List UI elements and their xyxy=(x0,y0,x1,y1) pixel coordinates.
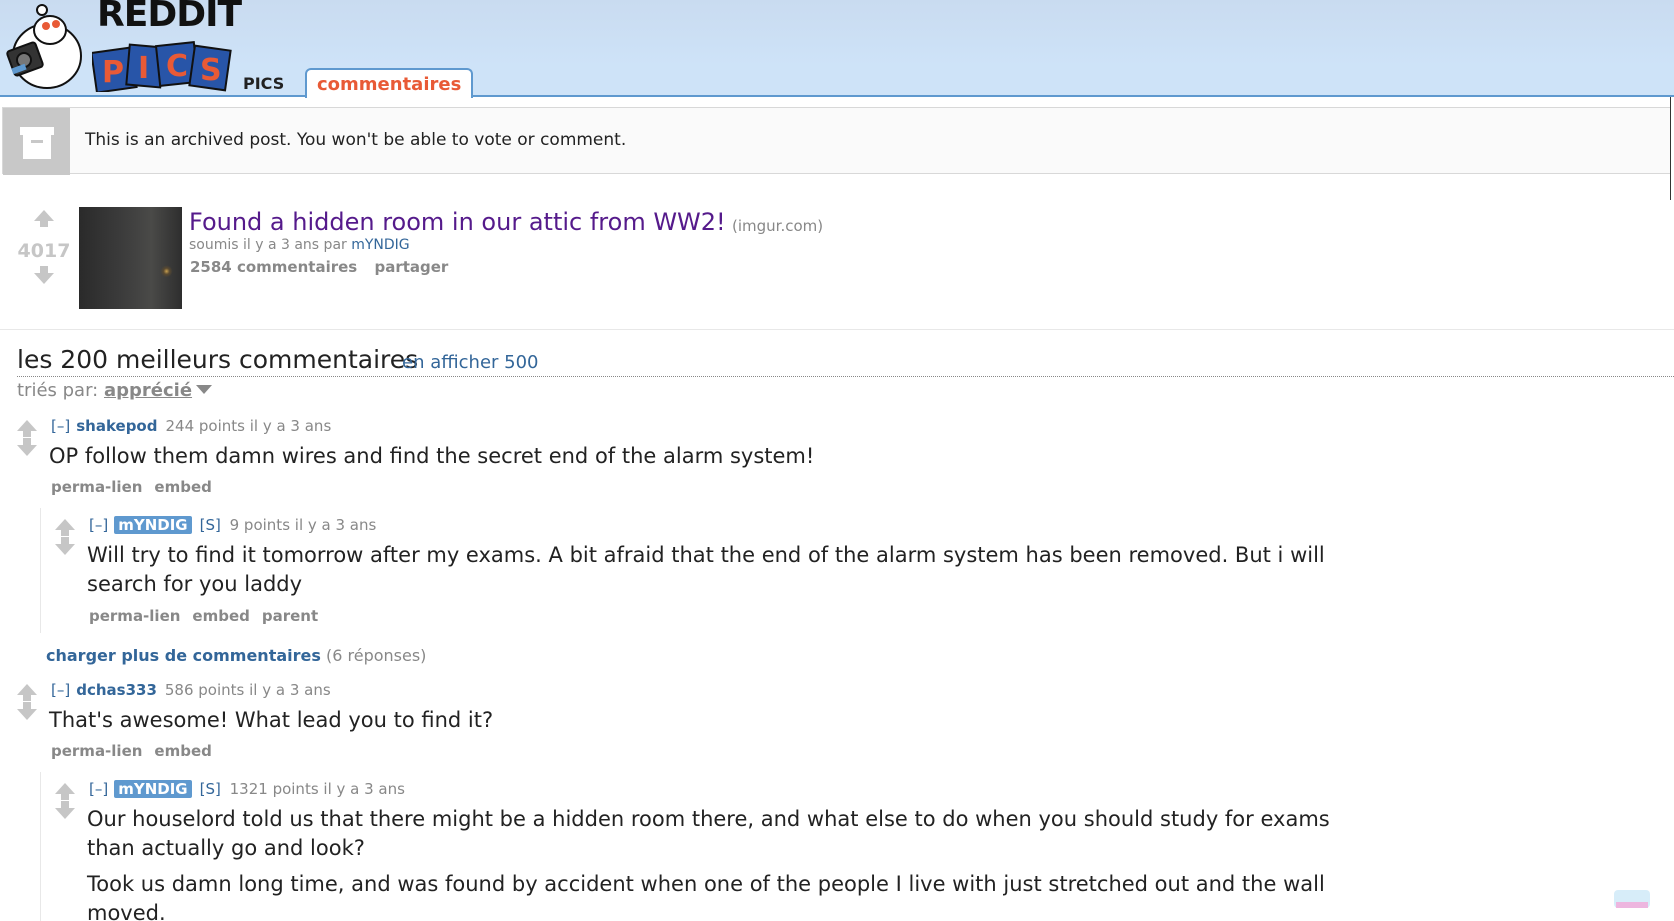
svg-text:I: I xyxy=(138,51,149,86)
thread-line xyxy=(40,508,41,633)
downvote-arrow-icon[interactable] xyxy=(55,537,75,555)
embed-link[interactable]: embed xyxy=(154,478,211,496)
comment-line: Will try to find it tomorrow after my ex… xyxy=(87,543,1325,567)
comment-points: 1321 points il y a 3 ans xyxy=(229,780,405,798)
comments-divider xyxy=(17,376,1674,377)
comment-body: OP follow them damn wires and find the s… xyxy=(49,442,814,471)
archive-box-icon xyxy=(3,108,70,175)
subreddit-logo[interactable]: REDDIT P I C S xyxy=(0,0,242,95)
logo-wordmark: REDDIT xyxy=(97,0,242,35)
comment-line: That's awesome! What lead you to find it… xyxy=(49,708,494,732)
downvote-arrow-icon[interactable] xyxy=(34,266,54,284)
comment-body: Our houselord told us that there might b… xyxy=(87,805,1330,921)
comment-meta: [–] dchas333 586 points il y a 3 ans xyxy=(51,681,331,699)
comment-line: Took us damn long time, and was found by… xyxy=(87,872,1325,896)
share-link[interactable]: partager xyxy=(374,258,448,276)
parent-link[interactable]: parent xyxy=(262,607,318,625)
downvote-arrow-icon[interactable] xyxy=(55,801,75,819)
upvote-arrow-icon[interactable] xyxy=(17,684,37,701)
submitter-tag: [S] xyxy=(199,780,221,798)
upvote-arrow-icon[interactable] xyxy=(17,420,37,437)
comment-links: perma-lien embed xyxy=(51,478,224,496)
scrollbar-edge xyxy=(1670,97,1671,200)
thread-line xyxy=(40,772,41,921)
collapse-toggle[interactable]: [–] xyxy=(51,417,70,435)
comment-links: perma-lien embed xyxy=(51,742,224,760)
collapse-toggle[interactable]: [–] xyxy=(89,516,108,534)
comments-link[interactable]: 2584 commentaires xyxy=(190,258,357,276)
sort-dropdown[interactable]: apprécié xyxy=(104,380,192,401)
svg-text:S: S xyxy=(200,53,222,88)
embed-link[interactable]: embed xyxy=(154,742,211,760)
permalink-link[interactable]: perma-lien xyxy=(51,742,142,760)
load-more-comments: charger plus de commentaires (6 réponses… xyxy=(46,646,426,665)
embed-link[interactable]: embed xyxy=(192,607,249,625)
comment-line: OP follow them damn wires and find the s… xyxy=(49,444,815,468)
collapse-toggle[interactable]: [–] xyxy=(51,681,70,699)
comment-points: 244 points il y a 3 ans xyxy=(165,417,332,435)
sort-label: triés par: xyxy=(17,380,99,401)
post-thumbnail[interactable] xyxy=(79,207,182,309)
post-author[interactable]: mYNDIG xyxy=(351,237,409,253)
load-more-link[interactable]: charger plus de commentaires xyxy=(46,646,321,665)
post-score: 4017 xyxy=(17,240,71,262)
post-title[interactable]: Found a hidden room in our attic from WW… xyxy=(189,208,726,236)
comment-author-op[interactable]: mYNDIG xyxy=(114,780,192,798)
reddit-alien-icon xyxy=(6,4,82,89)
tab-commentaires[interactable]: commentaires xyxy=(305,68,474,98)
comment-points: 9 points il y a 3 ans xyxy=(229,516,377,534)
comment-author-op[interactable]: mYNDIG xyxy=(114,516,192,534)
post-buttons: 2584 commentaires partager xyxy=(190,258,460,276)
dropdown-caret-icon[interactable] xyxy=(196,385,213,394)
upvote-arrow-icon[interactable] xyxy=(34,210,54,227)
comment-body: Will try to find it tomorrow after my ex… xyxy=(87,541,1325,599)
comment-links: perma-lien embed parent xyxy=(89,607,330,625)
comment-line: moved. xyxy=(87,901,166,921)
comment-author[interactable]: shakepod xyxy=(76,417,157,435)
downvote-arrow-icon[interactable] xyxy=(17,702,37,720)
comment-line: Our houselord told us that there might b… xyxy=(87,807,1330,831)
channel-watermark-icon xyxy=(1614,890,1650,908)
site-header: REDDIT P I C S PICS commentaires xyxy=(0,0,1674,98)
pics-logo-icon: P I C S xyxy=(92,41,232,92)
comment-meta: [–] mYNDIG [S] 1321 points il y a 3 ans xyxy=(89,780,405,798)
post-tagline: soumis il y a 3 ans par mYNDIG xyxy=(189,237,410,253)
upvote-arrow-icon[interactable] xyxy=(55,519,75,536)
post-domain[interactable]: (imgur.com) xyxy=(732,217,823,235)
archived-message: This is an archived post. You won't be a… xyxy=(85,130,627,150)
post-entry: 4017 Found a hidden room in our attic fr… xyxy=(0,200,1674,330)
load-more-count: (6 réponses) xyxy=(325,646,427,665)
comment-points: 586 points il y a 3 ans xyxy=(164,681,331,699)
collapse-toggle[interactable]: [–] xyxy=(89,780,108,798)
comment-line: search for you laddy xyxy=(87,572,303,596)
comment-author[interactable]: dchas333 xyxy=(76,681,157,699)
permalink-link[interactable]: perma-lien xyxy=(89,607,180,625)
comment-meta: [–] shakepod 244 points il y a 3 ans xyxy=(51,417,331,435)
comments-title: les 200 meilleurs commentaires xyxy=(17,345,419,374)
tagline-prefix: soumis il y a 3 ans par xyxy=(189,237,347,253)
tab-pics[interactable]: PICS xyxy=(243,74,284,93)
sort-selector: triés par: apprécié xyxy=(17,380,213,401)
comment-line: than actually go and look? xyxy=(87,836,365,860)
downvote-arrow-icon[interactable] xyxy=(17,438,37,456)
archived-banner: This is an archived post. You won't be a… xyxy=(2,107,1671,175)
submitter-tag: [S] xyxy=(199,516,221,534)
show-more-link[interactable]: en afficher 500 xyxy=(402,352,539,373)
comment-body: That's awesome! What lead you to find it… xyxy=(49,706,493,735)
upvote-arrow-icon[interactable] xyxy=(55,783,75,800)
svg-text:C: C xyxy=(166,49,188,84)
comment-meta: [–] mYNDIG [S] 9 points il y a 3 ans xyxy=(89,516,376,534)
svg-text:P: P xyxy=(102,55,124,90)
permalink-link[interactable]: perma-lien xyxy=(51,478,142,496)
